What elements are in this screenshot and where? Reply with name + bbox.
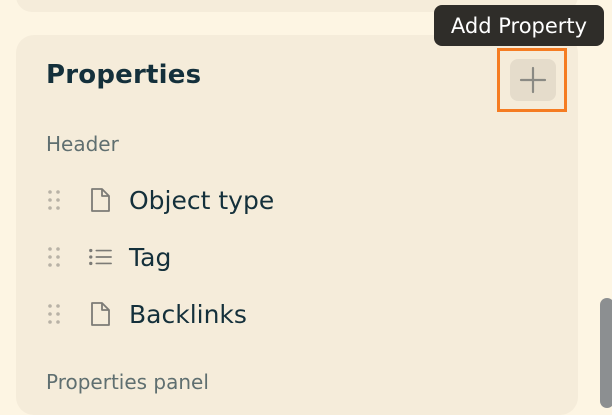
drag-handle-icon[interactable] [46,302,62,326]
add-property-highlight [497,48,567,112]
document-icon [88,301,112,327]
section-label-header: Header [46,132,119,156]
property-label: Object type [129,185,275,215]
section-label-properties-panel: Properties panel [46,370,209,394]
list-icon [88,244,112,270]
property-label: Backlinks [129,299,247,329]
property-row-tag[interactable]: Tag [46,240,466,274]
drag-handle-icon[interactable] [46,245,62,269]
property-row-backlinks[interactable]: Backlinks [46,297,466,331]
drag-handle-icon[interactable] [46,188,62,212]
properties-title: Properties [46,60,202,90]
property-row-object-type[interactable]: Object type [46,183,466,217]
property-label: Tag [129,242,172,272]
add-property-tooltip: Add Property [434,5,604,46]
properties-card: Properties Header Object type Tag Backli… [16,35,578,415]
document-icon [88,187,112,213]
